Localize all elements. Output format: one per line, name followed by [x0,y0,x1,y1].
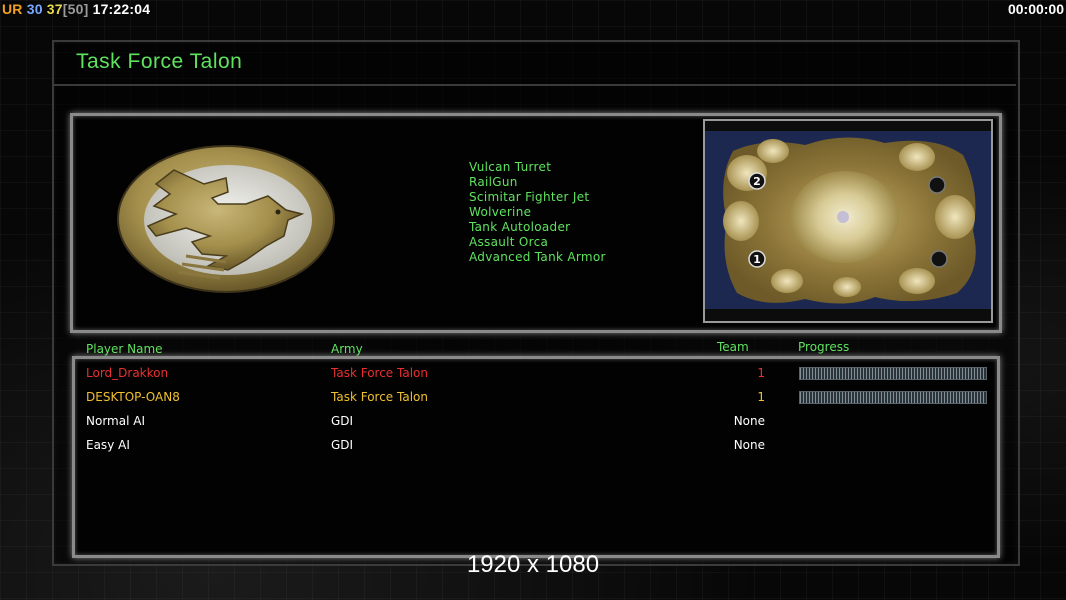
player-army: Task Force Talon [331,366,428,380]
upgrade-item: Wolverine [469,205,532,219]
player-army: GDI [331,414,354,428]
player-name: Lord_Drakkon [86,366,169,380]
column-header-team: Team [717,340,749,354]
upgrade-item: Scimitar Fighter Jet [469,190,590,204]
load-progress-bar [799,391,987,404]
player-name: Easy AI [86,438,130,452]
upgrade-item: Advanced Tank Armor [469,250,606,264]
column-header-player-name: Player Name [86,342,163,356]
column-header-army: Army [331,342,363,356]
map-border-bottom [705,309,991,321]
frame-value: 37 [46,1,63,17]
upgrade-item: RailGun [469,175,518,189]
load-progress-bar [799,367,987,380]
player-list-panel [72,356,1000,558]
load-progress-fill [800,368,986,379]
resolution-label: 1920 x 1080 [466,551,600,578]
player-name: DESKTOP-OAN8 [86,390,180,404]
upgrade-item: Vulcan Turret [469,160,552,174]
fps-value: 30 [26,1,43,17]
load-progress-fill [800,392,986,403]
player-army: Task Force Talon [331,390,428,404]
player-name: Normal AI [86,414,145,428]
faction-emblem-icon [117,145,335,293]
player-team: 1 [757,390,765,404]
upgrade-item: Tank Autoloader [469,220,571,234]
player-army: GDI [331,438,354,452]
upgrade-item: Assault Orca [469,235,549,249]
clock-time: 17:22:04 [92,1,151,17]
ur-label: UR [2,1,23,17]
page-title: Task Force Talon [76,50,243,73]
frame-cap: [50] [62,1,89,17]
performance-overlay: UR 30 37[50] 17:22:04 [2,1,150,17]
upgrade-list: Vulcan Turret RailGun Scimitar Fighter J… [469,160,606,265]
map-terrain: 2 1 [705,131,991,309]
start-position-label: 2 [753,175,761,188]
player-team: 1 [757,366,765,380]
player-team: None [733,414,765,428]
player-team: None [733,438,765,452]
start-position-label: 1 [753,253,761,266]
map-preview: 2 1 [703,119,993,323]
column-header-progress: Progress [798,340,850,354]
game-timer: 00:00:00 [1007,1,1064,17]
